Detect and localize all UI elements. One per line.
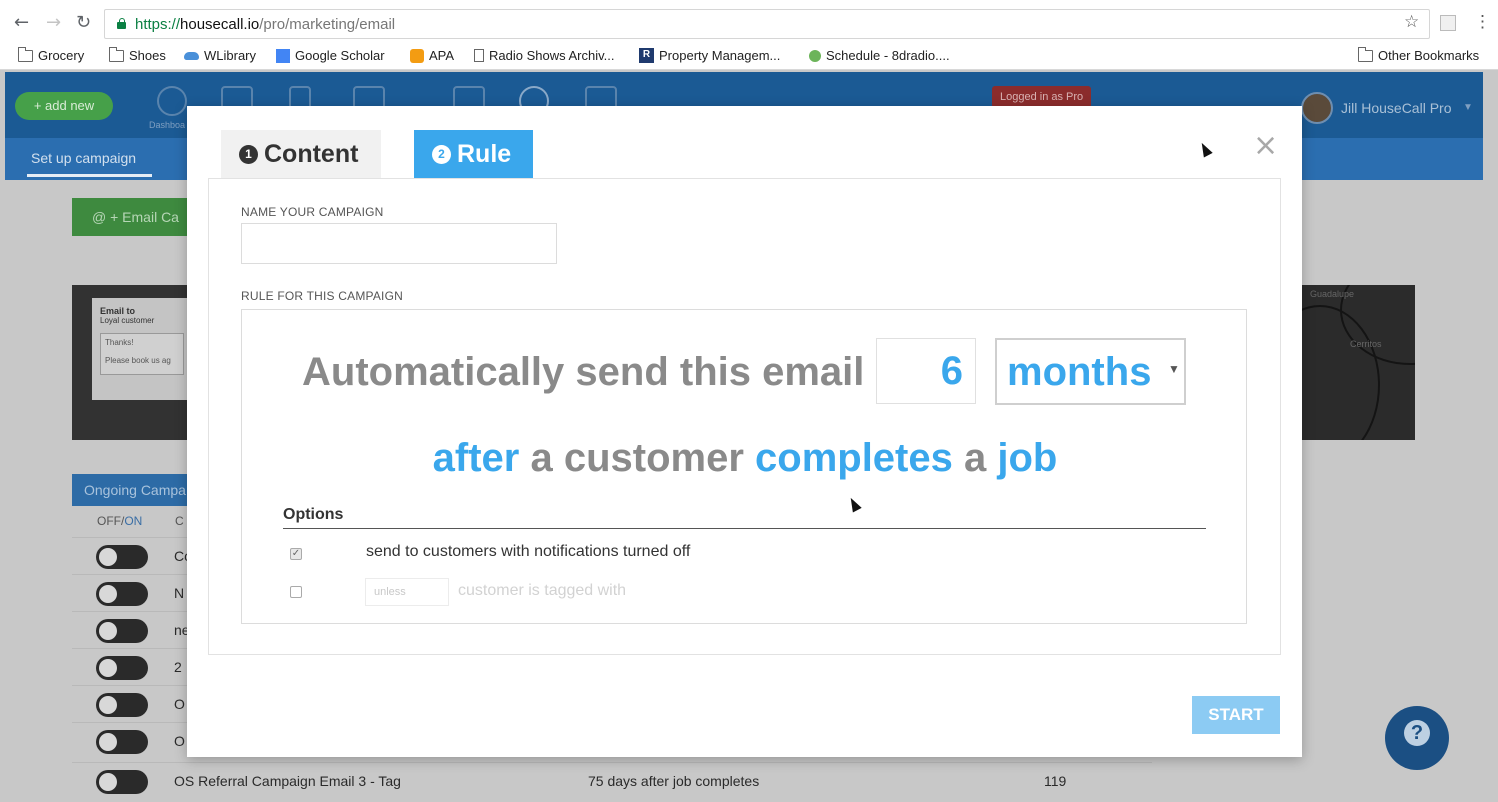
bookmark-radio-shows[interactable]: Radio Shows Archiv... bbox=[474, 48, 614, 63]
option-label: send to customers with notifications tur… bbox=[366, 543, 691, 560]
chevron-down-icon: ▼ bbox=[1168, 362, 1180, 376]
bookmark-wlibrary[interactable]: WLibrary bbox=[184, 48, 256, 63]
object-select[interactable]: job bbox=[997, 436, 1057, 480]
reload-icon[interactable]: ↻ bbox=[76, 12, 91, 33]
dashboard-label: Dashboa bbox=[149, 120, 186, 130]
address-bar[interactable]: https://housecall.io/pro/marketing/email bbox=[104, 9, 1430, 39]
schedule-icon bbox=[809, 49, 821, 62]
campaign-count: 119 bbox=[1044, 773, 1067, 789]
campaign-name: O bbox=[174, 733, 185, 749]
google-scholar-icon bbox=[276, 48, 290, 63]
campaign-name-input[interactable] bbox=[241, 223, 557, 264]
table-row[interactable]: OS Referral Campaign Email 3 - Tag 75 da… bbox=[72, 762, 1152, 799]
campaign-name: N bbox=[174, 585, 185, 601]
tag-filter-checkbox[interactable] bbox=[290, 586, 302, 598]
ongoing-campaigns-tab[interactable]: Ongoing Campa bbox=[72, 474, 202, 506]
map-label: Guadalupe bbox=[1310, 289, 1355, 299]
campaign-toggle[interactable] bbox=[96, 770, 148, 794]
map-preview-card[interactable]: Guadalupe Cerritos bbox=[1300, 285, 1415, 440]
email-preview: Email to Loyal customer Thanks! Please b… bbox=[92, 298, 192, 400]
forward-arrow-icon[interactable]: → bbox=[46, 12, 61, 33]
extension-icon[interactable] bbox=[1440, 15, 1456, 31]
campaign-toggle[interactable] bbox=[96, 545, 148, 569]
url-text: https://housecall.io/pro/marketing/email bbox=[135, 16, 396, 33]
campaign-name: 2 bbox=[174, 659, 182, 675]
campaign-toggle[interactable] bbox=[96, 693, 148, 717]
tab-setup-campaign[interactable]: Set up campaign bbox=[31, 150, 136, 166]
help-icon: ? bbox=[1404, 720, 1430, 746]
bookmark-grocery[interactable]: Grocery bbox=[18, 46, 84, 63]
apa-icon bbox=[410, 48, 424, 63]
campaign-modal: 1 Content 2 Rule × NAME YOUR CAMPAIGN RU… bbox=[187, 106, 1302, 757]
lock-icon bbox=[117, 18, 126, 29]
tab-rule[interactable]: 2 Rule bbox=[414, 130, 533, 178]
option-label: customer is tagged with bbox=[458, 582, 627, 599]
tab-label: Rule bbox=[457, 140, 512, 168]
cloud-icon bbox=[184, 51, 199, 60]
campaign-toggle[interactable] bbox=[96, 582, 148, 606]
rule-panel: NAME YOUR CAMPAIGN RULE FOR THIS CAMPAIG… bbox=[208, 178, 1281, 655]
campaign-toggle[interactable] bbox=[96, 619, 148, 643]
notifications-off-checkbox[interactable]: ✓ bbox=[290, 548, 302, 560]
step-number-badge: 1 bbox=[239, 144, 258, 164]
map-label: Cerritos bbox=[1350, 339, 1382, 349]
add-new-button[interactable]: + add new bbox=[15, 92, 113, 120]
email-preview-card[interactable]: Email to Loyal customer Thanks! Please b… bbox=[72, 285, 202, 440]
bookmark-schedule[interactable]: Schedule - 8dradio.... bbox=[809, 48, 950, 63]
rule-prefix-text: Automatically send this email bbox=[302, 350, 865, 394]
active-tab-underline bbox=[27, 174, 152, 177]
bookmark-other[interactable]: Other Bookmarks bbox=[1358, 46, 1479, 63]
campaign-rule-label: RULE FOR THIS CAMPAIGN bbox=[241, 289, 403, 303]
bookmarks-bar: Grocery Shoes WLibrary Google Scholar AP… bbox=[0, 44, 1498, 70]
bookmark-apa[interactable]: APA bbox=[410, 48, 454, 63]
campaign-rule: 75 days after job completes bbox=[588, 773, 760, 789]
campaign-toggle[interactable] bbox=[96, 656, 148, 680]
campaign-column-header: C bbox=[175, 514, 184, 528]
folder-icon bbox=[109, 46, 124, 62]
rule-trigger-sentence: after a customer completes a job bbox=[242, 436, 1248, 481]
dashboard-icon[interactable] bbox=[157, 86, 187, 116]
campaign-name-label: NAME YOUR CAMPAIGN bbox=[241, 205, 384, 219]
divider bbox=[283, 528, 1206, 529]
campaign-name: OS Referral Campaign Email 3 - Tag bbox=[174, 773, 401, 789]
tab-label: Content bbox=[264, 140, 359, 168]
campaign-toggle[interactable] bbox=[96, 730, 148, 754]
step-number-badge: 2 bbox=[432, 144, 451, 164]
rule-builder: Automatically send this email 6 months ▼… bbox=[241, 309, 1247, 624]
options-heading: Options bbox=[283, 506, 344, 523]
timing-select[interactable]: after bbox=[433, 436, 520, 480]
back-arrow-icon[interactable]: ← bbox=[14, 12, 29, 33]
unless-select[interactable]: unless bbox=[365, 578, 449, 606]
start-button[interactable]: START bbox=[1192, 696, 1280, 734]
delay-unit-value: months bbox=[1007, 350, 1152, 394]
folder-icon bbox=[18, 46, 33, 62]
delay-unit-select[interactable]: months ▼ bbox=[995, 338, 1186, 405]
close-icon[interactable]: × bbox=[1253, 128, 1278, 163]
logged-in-badge: Logged in as Pro bbox=[992, 86, 1092, 108]
rule-connector-text: a customer bbox=[519, 436, 756, 480]
tab-content[interactable]: 1 Content bbox=[221, 130, 381, 178]
help-button[interactable]: ? bbox=[1385, 706, 1449, 770]
r-logo-icon: R bbox=[639, 48, 654, 63]
browser-toolbar: ← → ↻ https://housecall.io/pro/marketing… bbox=[0, 0, 1498, 44]
document-icon bbox=[474, 49, 484, 62]
avatar[interactable] bbox=[1301, 92, 1333, 124]
folder-icon bbox=[1358, 46, 1373, 62]
delay-amount-input[interactable]: 6 bbox=[876, 338, 976, 404]
offon-column-header: OFF/ON bbox=[97, 514, 143, 528]
bookmark-property-management[interactable]: R Property Managem... bbox=[639, 48, 780, 63]
bookmark-shoes[interactable]: Shoes bbox=[109, 46, 166, 63]
event-select[interactable]: completes bbox=[755, 436, 953, 480]
chevron-down-icon[interactable]: ▼ bbox=[1463, 102, 1473, 113]
campaign-name: O bbox=[174, 696, 185, 712]
bookmark-google-scholar[interactable]: Google Scholar bbox=[276, 48, 385, 63]
user-name[interactable]: Jill HouseCall Pro bbox=[1341, 100, 1451, 116]
menu-kebab-icon[interactable]: ⋮ bbox=[1474, 12, 1491, 32]
bookmark-star-icon[interactable]: ☆ bbox=[1404, 12, 1419, 32]
rule-connector-text: a bbox=[952, 436, 998, 480]
